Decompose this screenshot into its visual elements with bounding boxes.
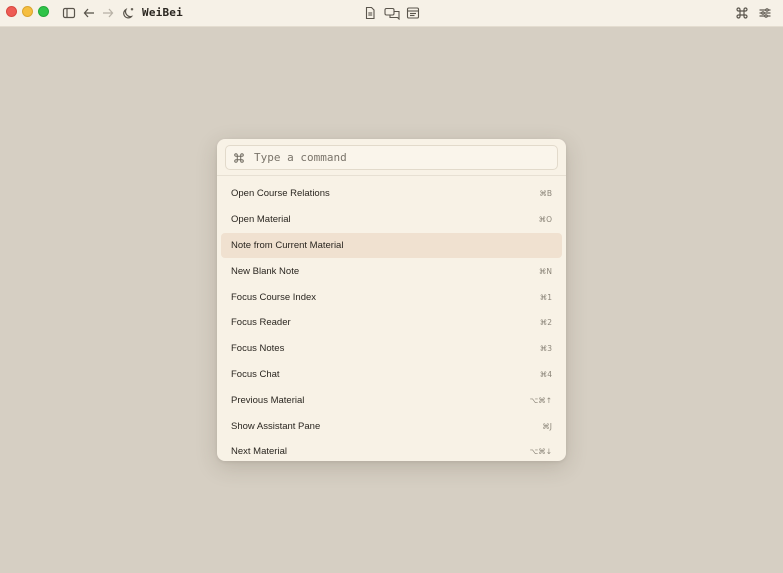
- command-item[interactable]: Open Material ⌘O: [221, 207, 562, 233]
- command-shortcut: ⌥⌘↑: [529, 395, 552, 405]
- app-title: WeiBei: [142, 6, 183, 19]
- command-label: Open Course Relations: [231, 188, 330, 200]
- command-shortcut: ⌘J: [542, 421, 552, 431]
- back-arrow-icon[interactable]: [81, 5, 97, 21]
- command-label: Next Material: [231, 446, 287, 458]
- command-palette: Open Course Relations ⌘B Open Material ⌘…: [217, 139, 566, 461]
- command-item[interactable]: New Blank Note ⌘N: [221, 258, 562, 284]
- settings-sliders-icon[interactable]: [757, 5, 773, 21]
- command-label: Show Assistant Pane: [231, 420, 321, 432]
- palette-divider: [217, 175, 566, 176]
- command-item[interactable]: Focus Reader ⌘2: [221, 310, 562, 336]
- chat-bubbles-icon[interactable]: [383, 5, 401, 21]
- command-icon[interactable]: [734, 5, 750, 21]
- command-shortcut: ⌘B: [539, 189, 552, 199]
- command-label: New Blank Note: [231, 265, 300, 277]
- command-item[interactable]: Focus Course Index ⌘1: [221, 284, 562, 310]
- command-item[interactable]: Show Assistant Pane ⌘J: [221, 413, 562, 439]
- zoom-window-button[interactable]: [38, 6, 49, 17]
- forward-arrow-icon[interactable]: [100, 5, 116, 21]
- command-item[interactable]: Previous Material ⌥⌘↑: [221, 387, 562, 413]
- command-item[interactable]: Open Course Relations ⌘B: [221, 181, 562, 207]
- command-shortcut: ⌥⌘↓: [529, 447, 552, 457]
- command-label: Focus Reader: [231, 317, 291, 329]
- moon-theme-icon[interactable]: [121, 5, 137, 21]
- minimize-window-button[interactable]: [22, 6, 33, 17]
- command-item[interactable]: Next Material ⌥⌘↓: [221, 439, 562, 461]
- sidebar-toggle-icon[interactable]: [61, 5, 77, 21]
- title-bar: WeiBei: [0, 0, 783, 27]
- command-shortcut: ⌘3: [539, 344, 552, 354]
- command-icon: [232, 151, 246, 165]
- command-shortcut: ⌘2: [539, 318, 552, 328]
- close-window-button[interactable]: [6, 6, 17, 17]
- notes-panel-icon[interactable]: [405, 5, 421, 21]
- command-label: Note from Current Material: [231, 239, 344, 251]
- command-search-box[interactable]: [225, 145, 558, 170]
- command-input[interactable]: [254, 151, 544, 164]
- command-shortcut: ⌘4: [539, 369, 552, 379]
- command-item[interactable]: Focus Chat ⌘4: [221, 362, 562, 388]
- command-shortcut: ⌘O: [538, 215, 552, 225]
- command-list: Open Course Relations ⌘B Open Material ⌘…: [221, 181, 562, 461]
- command-item-selected[interactable]: Note from Current Material: [221, 232, 562, 259]
- command-label: Focus Course Index: [231, 291, 317, 303]
- command-label: Focus Chat: [231, 368, 280, 380]
- command-label: Open Material: [231, 214, 291, 226]
- command-label: Focus Notes: [231, 343, 285, 355]
- command-shortcut: ⌘N: [538, 266, 552, 276]
- command-label: Previous Material: [231, 394, 305, 406]
- document-icon[interactable]: [362, 5, 378, 21]
- command-shortcut: ⌘1: [539, 292, 552, 302]
- command-item[interactable]: Focus Notes ⌘3: [221, 336, 562, 362]
